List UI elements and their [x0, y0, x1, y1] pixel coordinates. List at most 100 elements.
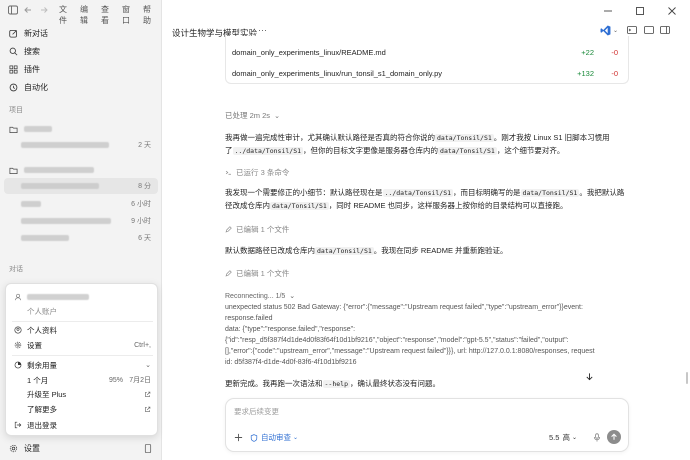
- thread-row[interactable]: 9 小时: [4, 213, 158, 229]
- thread-row[interactable]: 2 天: [4, 137, 158, 153]
- edited-files-label: 已编辑 1 个文件: [236, 225, 290, 234]
- edited-files-label: 已编辑 1 个文件: [236, 269, 290, 278]
- message-text: ，这个细节要对齐。: [496, 145, 565, 155]
- lines-removed: -0: [611, 47, 618, 57]
- menu-help[interactable]: 帮助: [143, 4, 151, 26]
- phone-icon[interactable]: [144, 443, 152, 453]
- changed-file-name: domain_only_experiments_linux/README.md: [232, 47, 386, 57]
- remaining-usage-item[interactable]: 剩余用量 ⌄: [6, 358, 159, 372]
- usage-percent: 95%: [108, 376, 123, 384]
- assistant-message: 默认数据路径已改成仓库内 data/Tonsil/S1 。我现在同步 README …: [225, 245, 629, 258]
- profile-menu-item[interactable]: 个人资料: [6, 323, 159, 337]
- close-button[interactable]: [657, 0, 687, 22]
- forward-arrow-icon[interactable]: [37, 3, 51, 17]
- changed-file-row[interactable]: domain_only_experiments_linux/run_tonsil…: [232, 65, 624, 81]
- nav-search-label: 搜索: [24, 46, 40, 56]
- nav-new-chat[interactable]: 新对话: [4, 24, 158, 42]
- reconnecting-status: Reconnecting... 1/5 ⌄: [225, 291, 629, 302]
- profile-label: 个人资料: [27, 325, 57, 335]
- clock-icon: [9, 83, 18, 91]
- reconnecting-label: Reconnecting... 1/5: [225, 293, 286, 300]
- message-text: 我发现一个需要修正的小细节：默认路径现在是: [225, 188, 383, 197]
- inline-code: ../data/Tonsil/S1: [232, 146, 304, 155]
- message-text: 我再做一遍完成性审计，尤其确认默认路径是否真的符合你说的: [225, 133, 435, 142]
- attach-button[interactable]: [234, 433, 243, 444]
- back-arrow-icon[interactable]: [21, 3, 35, 17]
- model-label: 5.5: [549, 433, 560, 442]
- auto-review-label: 自动审查: [261, 433, 291, 442]
- upgrade-plus-item[interactable]: 升级至 Plus: [6, 387, 159, 401]
- main-panel: 设计生物学与模型实验 ··· ⌄ domain_only_experiments…: [163, 0, 690, 460]
- maximize-button[interactable]: [625, 0, 655, 22]
- sidebar-settings-button[interactable]: 设置: [4, 440, 158, 456]
- lines-added: +22: [581, 47, 594, 57]
- error-line: [],"error":{"code":"upstream_error","mes…: [225, 348, 595, 355]
- gear-icon: [9, 444, 18, 452]
- usage-reset-date: 7月2日: [129, 377, 151, 384]
- nav-plugins-label: 插件: [24, 64, 40, 74]
- open-in-editor-button[interactable]: ⌄: [600, 25, 618, 36]
- folder-open-icon: [9, 167, 18, 174]
- thread-row-active[interactable]: 8 分: [4, 178, 158, 194]
- lines-added: +132: [577, 68, 594, 78]
- menu-file[interactable]: 文件: [59, 4, 67, 26]
- assistant-message: 我发现一个需要修正的小细节：默认路径现在是 ../data/Tonsil/S1 ，而…: [225, 187, 629, 212]
- diff-panel-button[interactable]: [644, 25, 654, 35]
- minimize-icon: [604, 10, 612, 12]
- ran-commands-label: 已运行 3 条命令: [236, 168, 290, 177]
- error-line: unexpected status 502 Bad Gateway: {"err…: [225, 304, 583, 311]
- scroll-to-bottom-button[interactable]: [582, 369, 596, 383]
- more-options-button[interactable]: ···: [258, 25, 267, 35]
- diff-icon: [644, 26, 654, 34]
- menu-window[interactable]: 窗口: [122, 4, 130, 26]
- ran-commands-toggle[interactable]: 已运行 3 条命令: [225, 167, 629, 178]
- minimize-button[interactable]: [593, 0, 623, 22]
- message-text: ，确认最终状态没有问题。: [349, 379, 440, 388]
- project-row[interactable]: [4, 121, 158, 137]
- side-panel-button[interactable]: [660, 25, 670, 35]
- thread-row[interactable]: 6 天: [4, 230, 158, 246]
- settings-menu-item[interactable]: 设置 Ctrl+,: [6, 338, 159, 352]
- error-line: id: d5f387f4-d1de-4d0f-83f6-4f10d1bf9216: [225, 359, 357, 366]
- learn-more-item[interactable]: 了解更多: [6, 402, 159, 416]
- nav-automation[interactable]: 自动化: [4, 78, 158, 96]
- voice-input-button[interactable]: [593, 433, 601, 444]
- chevron-down-icon: ⌄: [145, 362, 151, 369]
- inline-code: --help: [322, 380, 350, 388]
- message-text: 。我现在同步 README 并重新跑验证。: [373, 246, 508, 255]
- sidebar-toggle-icon[interactable]: [6, 3, 20, 17]
- thread-name-redacted: [21, 142, 109, 148]
- message-text: ，同时 README 也同步，这样服务器上按你给的目录结构可以直接跑。: [328, 200, 568, 210]
- edited-files-toggle[interactable]: 已编辑 1 个文件: [225, 268, 629, 279]
- changed-file-row[interactable]: domain_only_experiments_linux/README.md …: [232, 44, 624, 60]
- thread-row[interactable]: 6 小时: [4, 196, 158, 212]
- auto-review-button[interactable]: 自动审查 ⌄: [250, 432, 298, 443]
- search-icon: [9, 47, 18, 55]
- error-line: {"id":"resp_d5f387f4d1de4d0f83f64f10d1bf…: [225, 337, 569, 344]
- terminal-icon: [225, 170, 231, 175]
- inline-code: data/Tonsil/S1: [438, 146, 497, 155]
- logout-item[interactable]: 退出登录: [6, 418, 159, 432]
- edited-files-toggle[interactable]: 已编辑 1 个文件: [225, 224, 629, 235]
- send-button[interactable]: [607, 430, 621, 444]
- plus-icon: [234, 433, 243, 442]
- changed-file-name: domain_only_experiments_linux/run_tonsil…: [232, 68, 442, 78]
- scrollbar-thumb[interactable]: [686, 372, 688, 384]
- menu-edit[interactable]: 编辑: [80, 4, 88, 26]
- nav-search[interactable]: 搜索: [4, 42, 158, 60]
- model-selector[interactable]: 5.5 高 ⌄: [549, 432, 577, 443]
- logout-label: 退出登录: [27, 420, 57, 430]
- composer-input[interactable]: 要求后续变更: [234, 406, 279, 417]
- account-icon: [14, 293, 22, 301]
- processed-duration[interactable]: 已处理 2m 2s ⌄: [225, 110, 629, 121]
- project-name-redacted: [24, 126, 52, 132]
- nav-automation-label: 自动化: [24, 82, 48, 92]
- inline-code: data/Tonsil/S1: [520, 189, 580, 197]
- nav-plugins[interactable]: 插件: [4, 60, 158, 78]
- menu-view[interactable]: 查看: [101, 4, 109, 26]
- terminal-button[interactable]: [627, 25, 637, 35]
- project-row[interactable]: [4, 162, 158, 178]
- chevron-down-icon: ⌄: [274, 113, 280, 120]
- external-link-icon: [145, 391, 151, 397]
- message-text: 更新完成。我再跑一次语法和: [225, 379, 323, 388]
